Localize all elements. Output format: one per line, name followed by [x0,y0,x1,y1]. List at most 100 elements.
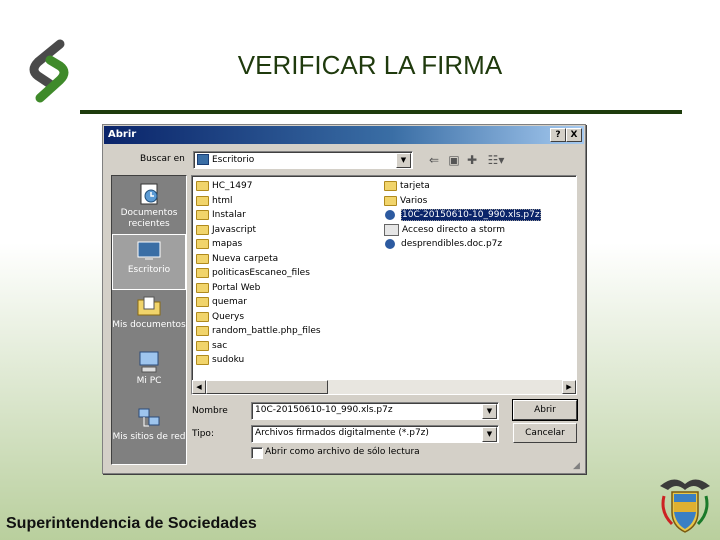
file-name: mapas [212,239,243,250]
folder-icon [196,239,209,250]
file-list-item[interactable]: sudoku [196,353,321,368]
file-list-item[interactable]: Acceso directo a storm [384,223,541,238]
file-name: Nueva carpeta [212,253,279,264]
file-list-item[interactable]: Javascript [196,223,321,238]
folder-icon [196,282,209,293]
file-list-item[interactable]: Varios [384,194,541,209]
folder-icon [196,297,209,308]
place-my-documents[interactable]: Mis documentos [112,290,186,346]
file-name: tarjeta [400,181,430,192]
place-recent-documents[interactable]: Documentos recientes [112,178,186,234]
file-type-label: Tipo: [192,429,214,439]
places-bar: Documentos recientes Escritorio Mis docu… [111,175,187,465]
folder-icon [384,195,397,206]
file-list-item[interactable]: Nueva carpeta [196,252,321,267]
file-list-item[interactable]: html [196,194,321,209]
file-name: quemar [212,297,247,308]
scroll-left-icon[interactable]: ◀ [192,380,206,394]
recent-documents-icon [140,183,158,205]
file-list-item[interactable]: Querys [196,310,321,325]
folder-icon [196,340,209,351]
file-list-item[interactable]: mapas [196,237,321,252]
scroll-right-icon[interactable]: ▶ [562,380,576,394]
back-icon[interactable]: ⇐ [425,152,443,168]
my-documents-icon [137,296,161,316]
file-name: politicasEscaneo_files [212,268,310,279]
signed-file-icon [385,210,395,221]
file-list-item[interactable]: desprendibles.doc.p7z [384,237,541,252]
file-name: 10C-20150610-10_990.xls.p7z [401,209,541,222]
folder-icon [196,311,209,322]
file-list[interactable]: HC_1497html Instalar Javascript mapas Nueva … [191,175,577,395]
readonly-checkbox[interactable] [251,447,263,459]
folder-icon [196,253,209,264]
coat-of-arms-icon [660,479,710,533]
file-name: Instalar [212,210,246,221]
file-list-item[interactable]: tarjeta [384,179,541,194]
readonly-label: Abrir como archivo de sólo lectura [265,447,420,457]
place-desktop[interactable]: Escritorio [112,234,186,290]
folder-icon [196,195,209,206]
place-network-places[interactable]: Mis sitios de red [112,402,186,458]
place-my-computer[interactable]: Mi PC [112,346,186,402]
file-name: Querys [212,311,245,322]
resize-grip-icon[interactable]: ◢ [573,461,583,471]
desktop-icon [137,241,161,260]
file-list-item[interactable]: quemar [196,295,321,310]
network-places-icon [138,408,160,427]
file-name-label: Nombre [192,406,228,416]
horizontal-scrollbar[interactable]: ◀ ▶ [192,380,576,394]
page-title: VERIFICAR LA FIRMA [237,50,503,80]
file-name-input[interactable]: 10C-20150610-10_990.xls.p7z ▼ [251,402,499,420]
scroll-thumb[interactable] [206,380,328,394]
look-in-label: Buscar en [140,154,185,164]
file-name: Javascript [212,224,257,235]
title-divider [80,110,682,114]
folder-icon [196,268,209,279]
footer-organization: Superintendencia de Sociedades [6,515,257,532]
file-name: Portal Web [212,282,261,293]
folder-icon [196,355,209,366]
chevron-down-icon[interactable]: ▼ [482,404,497,419]
new-folder-icon[interactable]: ✚ [463,152,481,168]
dialog-titlebar[interactable]: Abrir ? X [104,126,584,144]
file-name: random_battle.php_files [212,326,321,337]
cancel-button[interactable]: Cancelar [513,423,577,443]
file-type-select[interactable]: Archivos firmados digitalmente (*.p7z) ▼ [251,425,499,443]
file-name: sudoku [212,355,245,366]
desktop-small-icon [197,154,209,165]
file-list-item[interactable]: Instalar [196,208,321,223]
signed-file-icon [385,239,395,250]
folder-icon [196,181,209,192]
folder-icon [384,181,397,192]
file-list-column-1: HC_1497html Instalar Javascript mapas Nueva … [196,179,321,368]
look-in-value: Escritorio [212,155,255,165]
file-list-item[interactable]: Portal Web [196,281,321,296]
file-name: Acceso directo a storm [402,224,505,235]
help-button[interactable]: ? [550,128,566,142]
file-list-column-2: tarjeta Varios 10C-20150610-10_990.xls.p7z… [384,179,541,252]
folder-icon [196,210,209,221]
folder-icon [196,326,209,337]
my-computer-icon [139,351,159,373]
close-button[interactable]: X [566,128,582,142]
file-list-item[interactable]: politicasEscaneo_files [196,266,321,281]
view-menu-icon[interactable]: ☷▾ [483,152,509,168]
look-in-select[interactable]: Escritorio ▼ [193,151,413,169]
shortcut-icon [384,223,399,236]
file-list-item[interactable]: 10C-20150610-10_990.xls.p7z [384,208,541,223]
file-name: HC_1497 [212,181,253,192]
up-folder-icon[interactable]: ▣ [445,152,463,168]
open-file-dialog: Abrir ? X Buscar en Escritorio ▼ ⇐ ▣ ✚ ☷… [102,124,586,474]
file-name-value: 10C-20150610-10_990.xls.p7z [255,405,393,415]
file-list-item[interactable]: random_battle.php_files [196,324,321,339]
file-type-value: Archivos firmados digitalmente (*.p7z) [255,428,429,438]
chevron-down-icon[interactable]: ▼ [482,427,497,442]
file-name: desprendibles.doc.p7z [401,239,503,250]
file-list-item[interactable]: sac [196,339,321,354]
chevron-down-icon[interactable]: ▼ [396,153,411,168]
logo-icon [29,39,69,103]
file-list-item[interactable]: HC_1497 [196,179,321,194]
file-name: Varios [400,195,428,206]
open-button[interactable]: Abrir [512,399,578,421]
